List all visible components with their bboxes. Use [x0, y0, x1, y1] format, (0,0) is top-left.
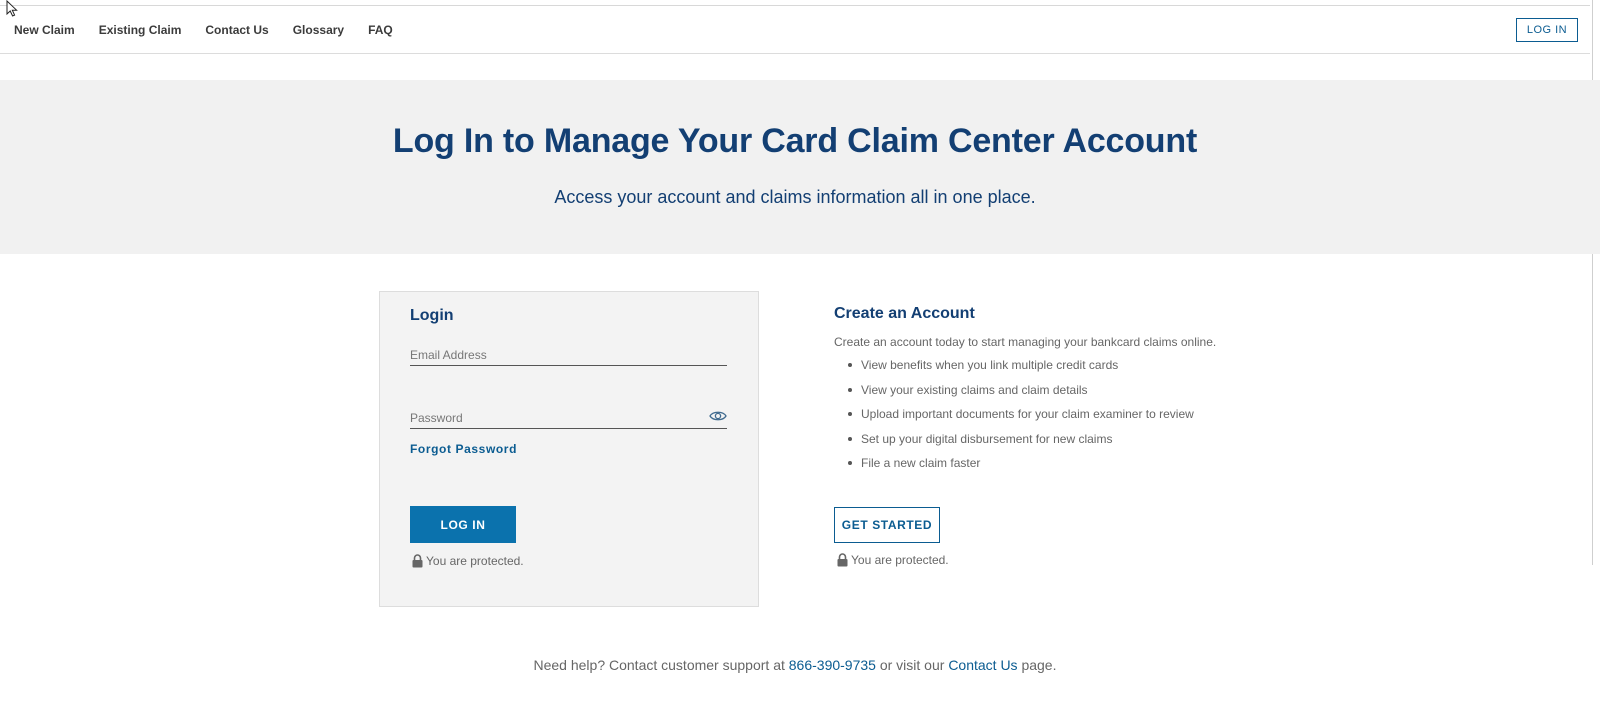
list-item: View your existing claims and claim deta…	[834, 382, 1194, 407]
password-placeholder: Password	[410, 411, 463, 425]
protected-text: You are protected.	[851, 553, 949, 567]
nav-contact-us[interactable]: Contact Us	[205, 23, 268, 37]
page-subtitle: Access your account and claims informati…	[554, 187, 1036, 207]
nav-glossary[interactable]: Glossary	[293, 23, 344, 37]
password-field[interactable]: Password	[410, 409, 727, 429]
list-item: View benefits when you link multiple cre…	[834, 357, 1194, 382]
login-title: Login	[410, 307, 454, 324]
contact-us-link[interactable]: Contact Us	[948, 657, 1017, 673]
email-field[interactable]: Email Address	[410, 346, 727, 366]
eye-icon[interactable]	[709, 409, 727, 423]
email-placeholder: Email Address	[410, 348, 487, 362]
protected-text: You are protected.	[426, 554, 524, 568]
nav-new-claim[interactable]: New Claim	[14, 23, 75, 37]
help-suffix: page.	[1021, 657, 1057, 673]
help-middle: or visit our	[879, 657, 945, 673]
list-item: File a new claim faster	[834, 455, 1194, 480]
nav-login-button[interactable]: LOG IN	[1516, 18, 1578, 42]
list-item: Set up your digital disbursement for new…	[834, 431, 1194, 456]
hero-banner: Log In to Manage Your Card Claim Center …	[0, 80, 1600, 254]
login-card: Login Email Address Password Forgot Pass…	[379, 291, 759, 607]
lock-icon	[412, 554, 423, 568]
forgot-password-link[interactable]: Forgot Password	[410, 442, 517, 456]
support-phone-link[interactable]: 866-390-9735	[789, 657, 876, 673]
list-item: Upload important documents for your clai…	[834, 406, 1194, 431]
nav-existing-claim[interactable]: Existing Claim	[99, 23, 182, 37]
create-account-title: Create an Account	[834, 305, 975, 322]
login-button[interactable]: LOG IN	[410, 506, 516, 543]
help-prefix: Need help? Contact customer support at	[533, 657, 785, 673]
create-account-intro: Create an account today to start managin…	[834, 335, 1217, 349]
protected-note: You are protected.	[837, 553, 949, 567]
top-navigation: New Claim Existing Claim Contact Us Glos…	[0, 6, 1590, 54]
help-footer: Need help? Contact customer support at 8…	[0, 657, 1590, 673]
get-started-button[interactable]: GET STARTED	[834, 507, 940, 543]
nav-faq[interactable]: FAQ	[368, 23, 393, 37]
benefits-list: View benefits when you link multiple cre…	[834, 357, 1194, 480]
nav-links: New Claim Existing Claim Contact Us Glos…	[14, 6, 417, 53]
mouse-cursor-icon	[6, 0, 18, 17]
protected-note: You are protected.	[412, 554, 524, 568]
page-title: Log In to Manage Your Card Claim Center …	[392, 122, 1198, 160]
lock-icon	[837, 553, 848, 567]
